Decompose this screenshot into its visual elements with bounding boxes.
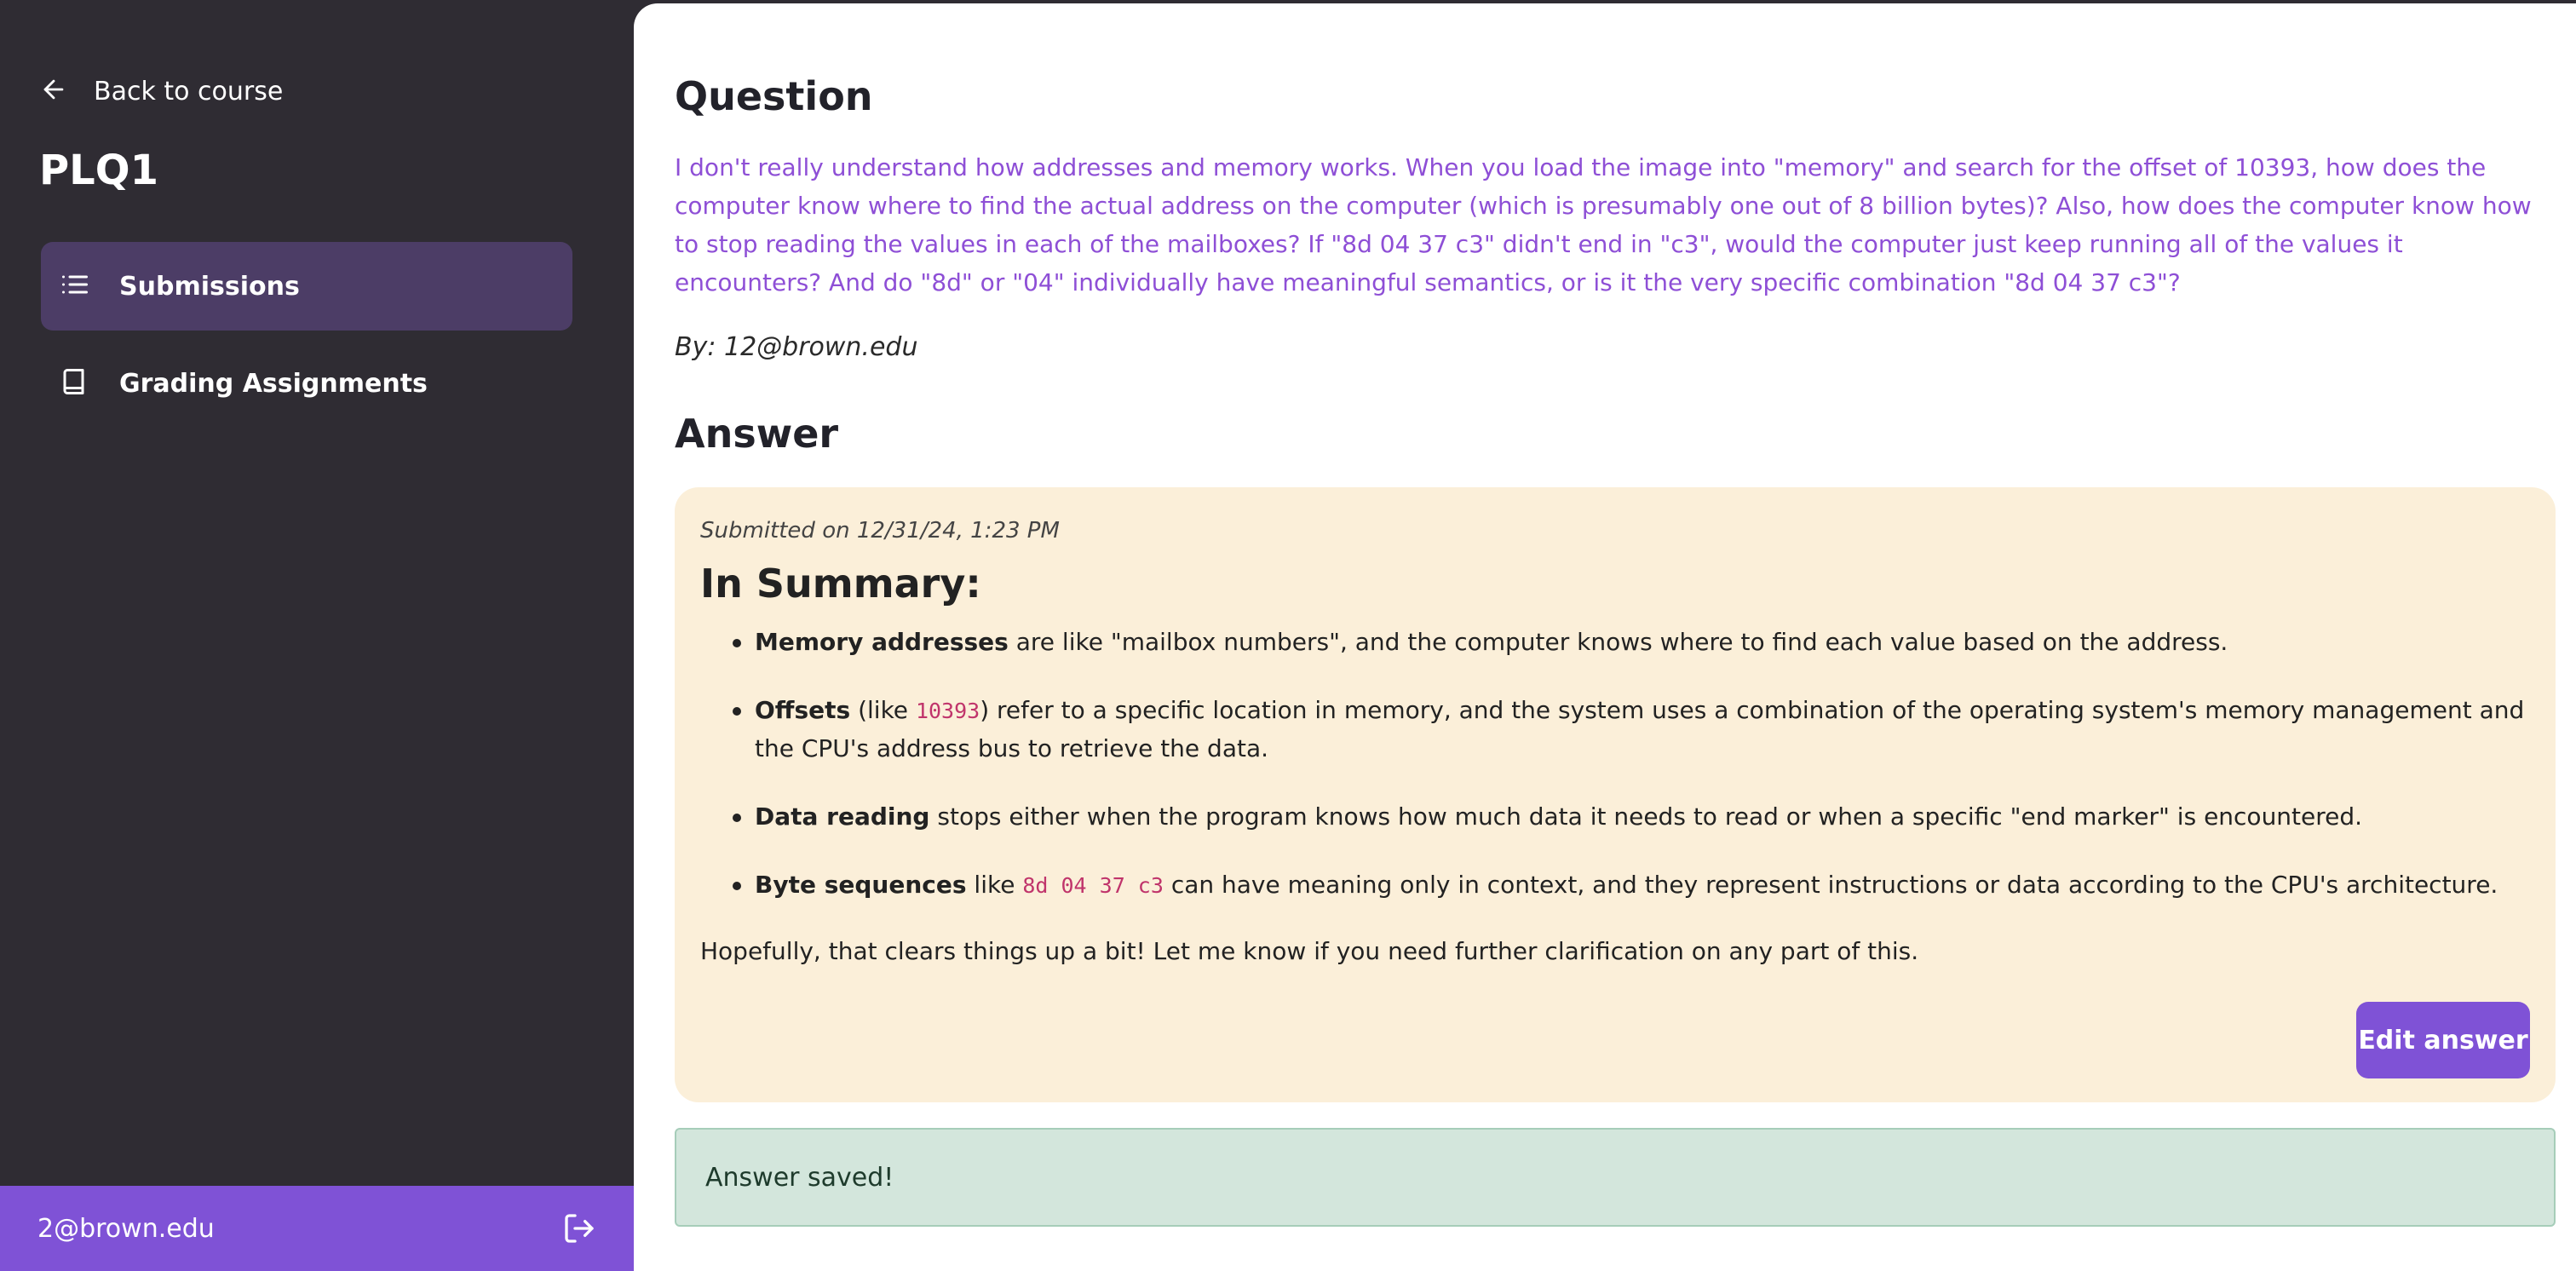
bullet-text: stops either when the program knows how … bbox=[929, 802, 2363, 831]
closing-text: Hopefully, that clears things up a bit! … bbox=[700, 937, 1919, 965]
arrow-left-icon bbox=[39, 75, 68, 107]
bullet-term: Data reading bbox=[755, 802, 930, 831]
bullet-text: (like bbox=[850, 696, 916, 724]
summary-title: In Summary: bbox=[700, 561, 981, 607]
user-email: 2@brown.edu bbox=[37, 1213, 215, 1244]
book-icon bbox=[60, 366, 90, 400]
submitted-timestamp: Submitted on 12/31/24, 1:23 PM bbox=[700, 518, 1060, 543]
bullet-text: are like "mailbox numbers", and the comp… bbox=[1008, 628, 2228, 656]
answer-card: Submitted on 12/31/24, 1:23 PM In Summar… bbox=[675, 487, 2556, 1102]
user-bar: 2@brown.edu bbox=[0, 1186, 634, 1271]
summary-list: Memory addresses are like "mailbox numbe… bbox=[700, 624, 2532, 935]
bullet-term: Offsets bbox=[755, 696, 851, 724]
bullet-text: ) refer to a specific location in memory… bbox=[755, 696, 2525, 762]
main-panel: Question I don't really understand how a… bbox=[634, 3, 2576, 1271]
app-root: Back to course PLQ1 Submissions Grading … bbox=[0, 0, 2576, 1271]
question-heading: Question bbox=[675, 73, 873, 119]
answer-heading: Answer bbox=[675, 411, 839, 457]
back-to-course-link[interactable]: Back to course bbox=[39, 70, 283, 112]
bullet-text: can have meaning only in context, and th… bbox=[1163, 871, 2498, 899]
bullet-term: Byte sequences bbox=[755, 871, 967, 899]
list-item: Data reading stops either when the progr… bbox=[700, 798, 2532, 836]
sidebar: Back to course PLQ1 Submissions Grading … bbox=[0, 0, 634, 1271]
edit-answer-button[interactable]: Edit answer bbox=[2356, 1002, 2530, 1078]
logout-icon[interactable] bbox=[562, 1211, 596, 1245]
inline-code: 10393 bbox=[915, 699, 980, 723]
bullet-term: Memory addresses bbox=[755, 628, 1009, 656]
question-author: By: 12@brown.edu bbox=[675, 332, 918, 362]
back-to-course-label: Back to course bbox=[94, 76, 284, 106]
inline-code: 8d 04 37 c3 bbox=[1022, 873, 1164, 898]
course-title: PLQ1 bbox=[39, 147, 158, 194]
answer-saved-alert: Answer saved! bbox=[675, 1128, 2556, 1227]
sidebar-item-label: Submissions bbox=[119, 271, 300, 302]
list-item: Offsets (like 10393) refer to a specific… bbox=[700, 692, 2532, 768]
sidebar-item-grading-assignments[interactable]: Grading Assignments bbox=[41, 339, 572, 428]
sidebar-item-label: Grading Assignments bbox=[119, 368, 428, 399]
answer-saved-message: Answer saved! bbox=[705, 1162, 894, 1193]
question-text: I don't really understand how addresses … bbox=[675, 153, 2532, 296]
list-item: Memory addresses are like "mailbox numbe… bbox=[700, 624, 2532, 661]
list-icon bbox=[60, 269, 90, 303]
bullet-text: like bbox=[966, 871, 1023, 899]
list-item: Byte sequences like 8d 04 37 c3 can have… bbox=[700, 866, 2532, 905]
sidebar-item-submissions[interactable]: Submissions bbox=[41, 242, 572, 331]
